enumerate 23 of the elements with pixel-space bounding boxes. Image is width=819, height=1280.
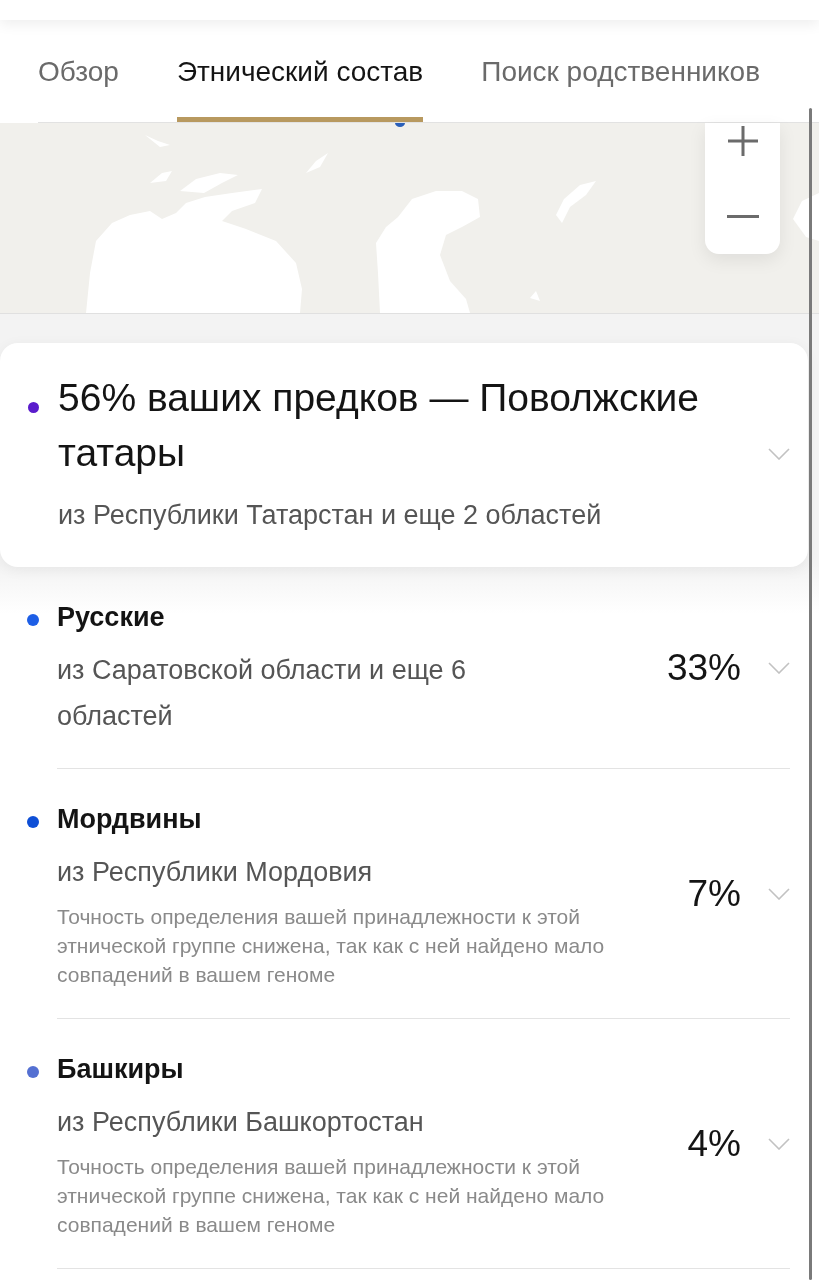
origin-text: из Республики Татарстан и еще 2 областей bbox=[58, 499, 603, 532]
summary-card[interactable]: 56% ваших предков — Поволжские татары из Республики Татарстан и еще 2 областей bbox=[0, 343, 808, 567]
plus-icon bbox=[727, 126, 758, 156]
percentage-value: 4% bbox=[687, 1121, 741, 1166]
tab[interactable]: Обзор bbox=[38, 54, 119, 122]
minus-icon bbox=[726, 214, 759, 218]
map-marker-icon[interactable] bbox=[395, 123, 405, 127]
percentage-value: 7% bbox=[687, 871, 741, 916]
accuracy-note: Точность определения вашей принадлежности к этой этнической группе снижена, так как с ней найдено мало совпадений в вашем геноме bbox=[57, 1154, 606, 1238]
origin-text: из Республики Мордовия bbox=[57, 856, 374, 889]
chevron-icon[interactable] bbox=[768, 448, 790, 460]
group-name: Мордвины bbox=[57, 803, 203, 836]
group-name: Башкиры bbox=[57, 1053, 185, 1086]
percentage-value: 33% bbox=[666, 645, 741, 690]
group-name: Русские bbox=[57, 601, 166, 634]
group-title: 56% ваших предков — Поволжские татары bbox=[58, 375, 700, 476]
tab[interactable]: Поиск родственников bbox=[481, 54, 761, 122]
chevron-icon[interactable] bbox=[768, 661, 790, 674]
chevron-icon[interactable] bbox=[768, 1137, 790, 1150]
origin-text: из Саратовской области и еще 6 областей bbox=[57, 654, 468, 733]
accuracy-note: Точность определения вашей принадлежности к этой этнической группе снижена, так как с ней найдено мало совпадений в вашем геноме bbox=[57, 904, 606, 988]
origin-text: из Республики Башкортостан bbox=[57, 1106, 425, 1139]
chevron-icon[interactable] bbox=[768, 887, 790, 900]
